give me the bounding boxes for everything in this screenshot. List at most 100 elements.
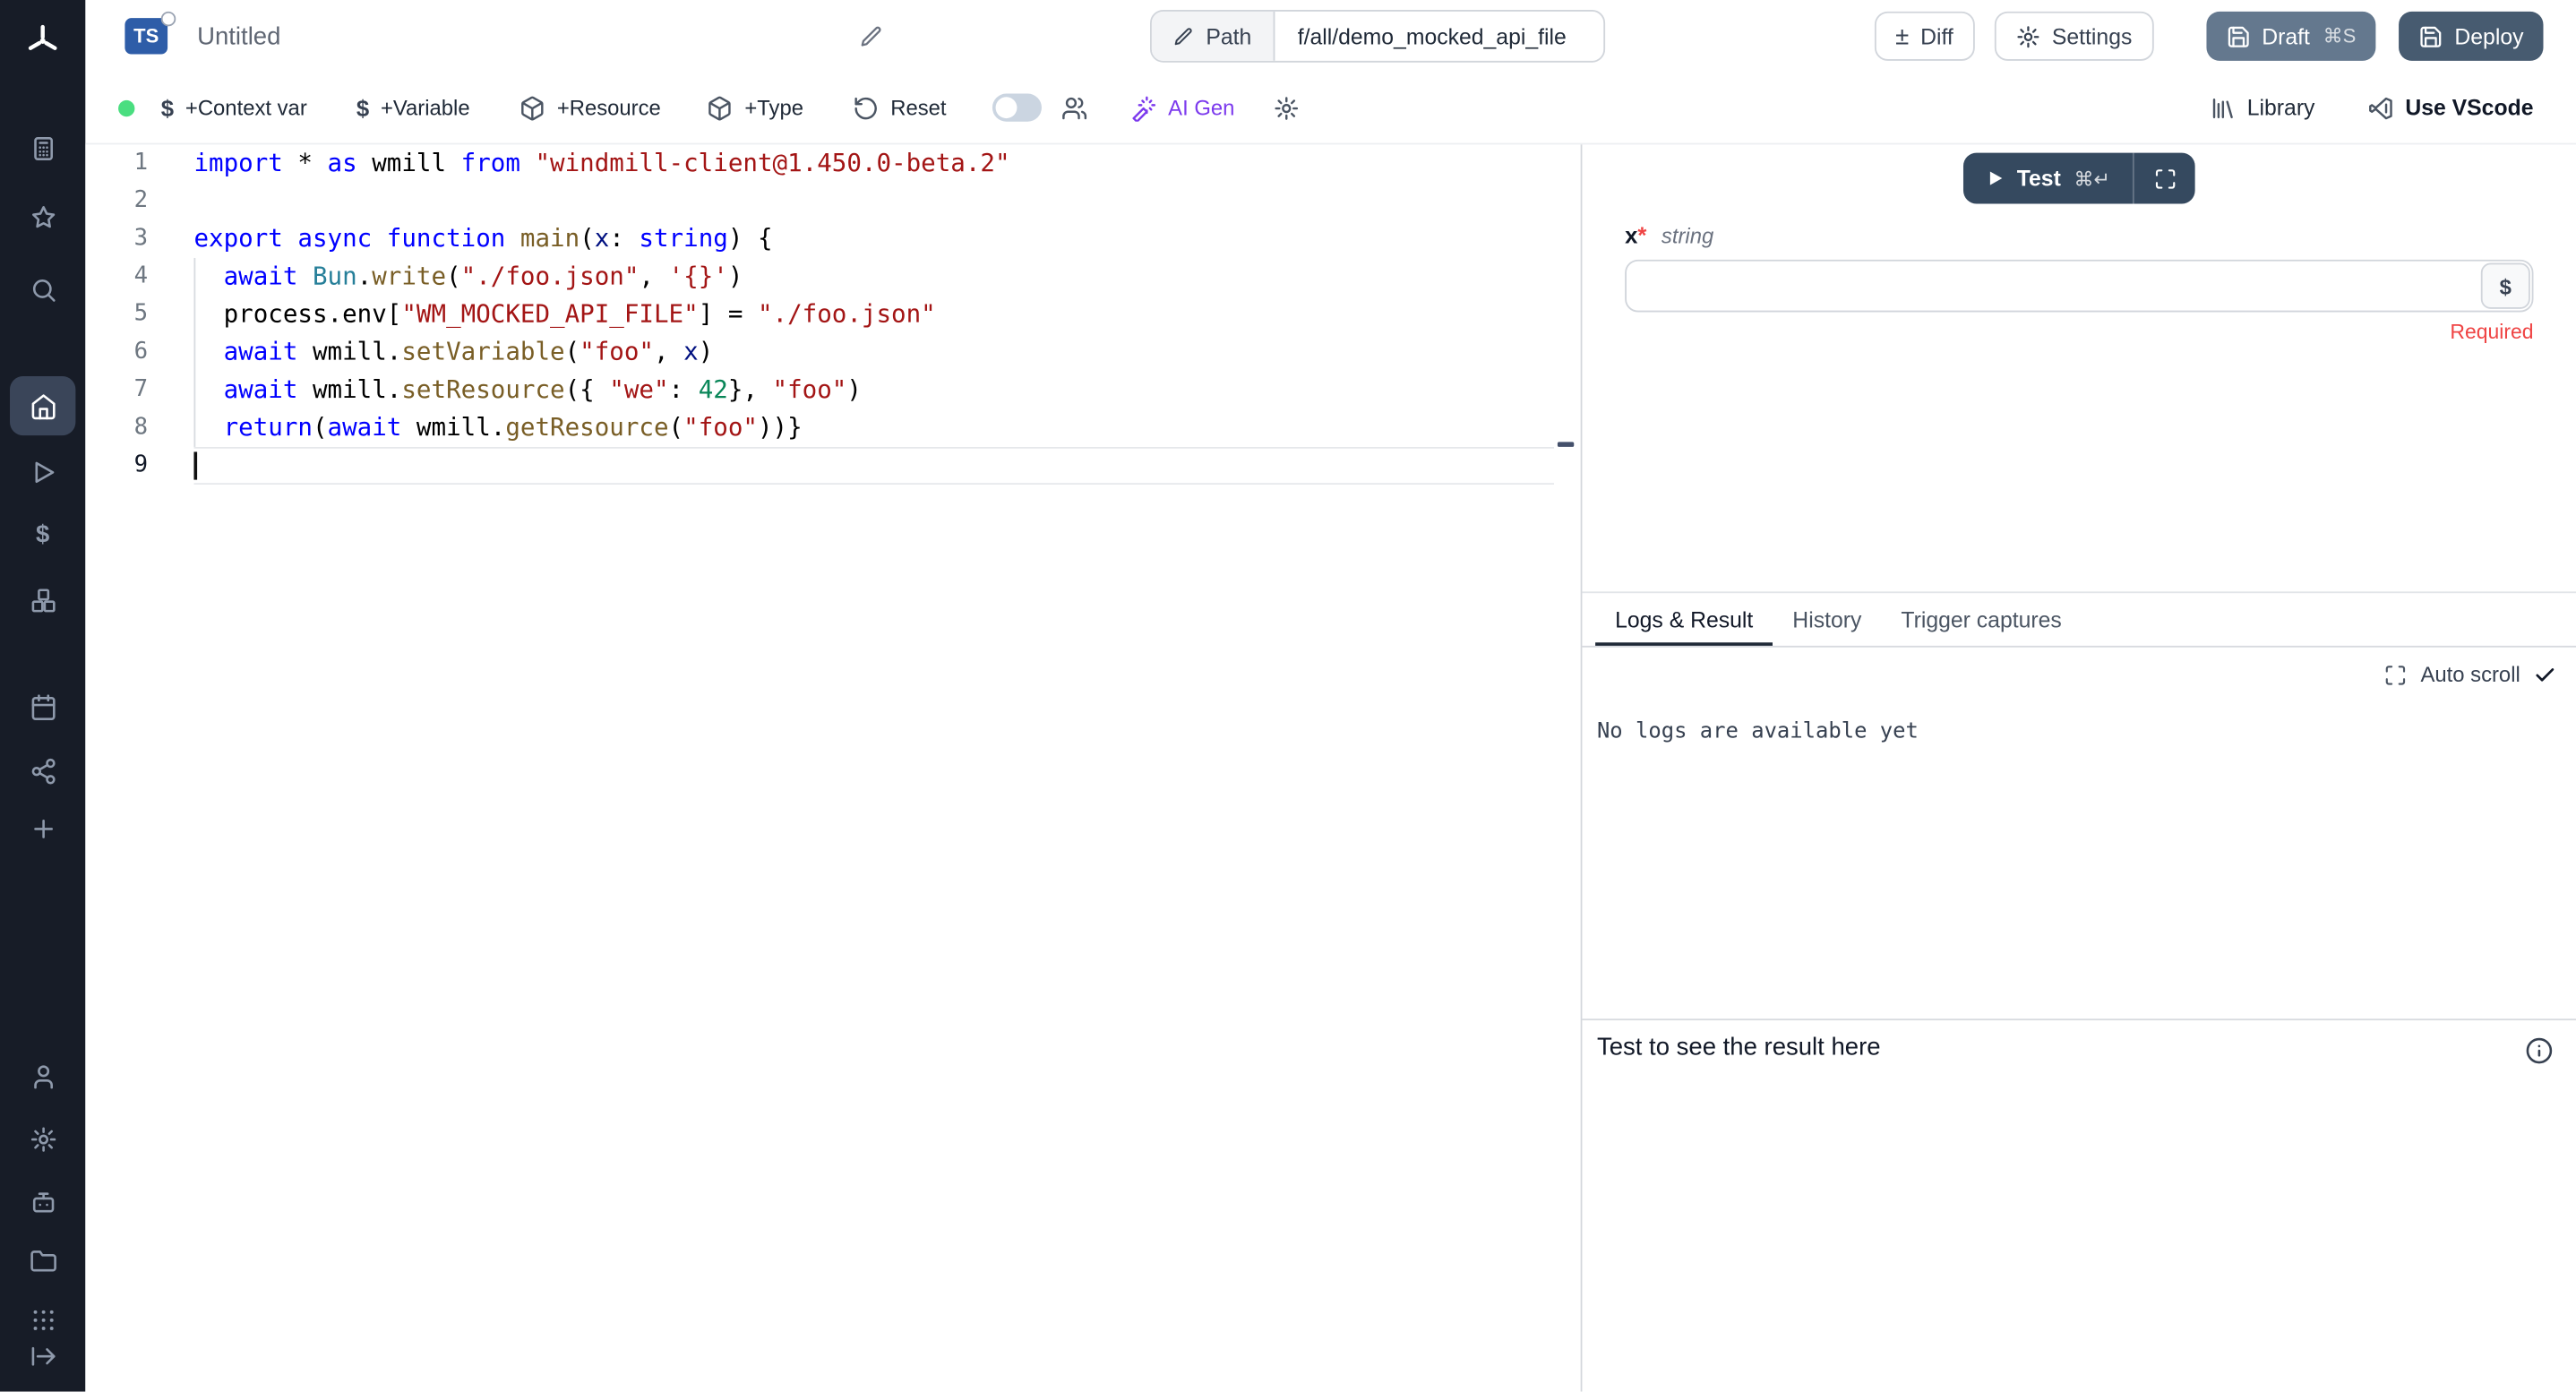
- sidebar-item-create[interactable]: [10, 808, 75, 847]
- library-icon: [2210, 94, 2236, 120]
- code-line[interactable]: 2: [85, 183, 1580, 220]
- sidebar-item-favorites[interactable]: [10, 197, 75, 236]
- code-line[interactable]: 7 await wmill.setResource({ "we": 42}, "…: [85, 372, 1580, 409]
- edit-path-button[interactable]: Path: [1152, 12, 1275, 61]
- arrow-right-icon: [29, 1342, 56, 1370]
- diff-mode-toggle[interactable]: [992, 94, 1042, 122]
- line-number: 5: [85, 296, 148, 333]
- sidebar-item-triggers[interactable]: [10, 751, 75, 790]
- code-line[interactable]: 9: [85, 447, 1580, 485]
- arg-x-input[interactable]: [1625, 260, 2533, 313]
- badge-indicator-icon: [161, 12, 176, 27]
- info-icon[interactable]: [2525, 1036, 2553, 1064]
- required-asterisk: *: [1637, 222, 1646, 248]
- script-title[interactable]: Untitled: [197, 22, 280, 50]
- sidebar-collapse[interactable]: [10, 1339, 75, 1372]
- gear-icon: [1274, 94, 1300, 120]
- insert-variable-button[interactable]: $: [2481, 262, 2530, 308]
- calculator-icon: [29, 133, 56, 161]
- auto-scroll-checkbox[interactable]: [2533, 663, 2556, 686]
- code-line[interactable]: 1 import * as wmill from "windmill-client…: [85, 144, 1580, 182]
- tab-trigger-captures[interactable]: Trigger captures: [1881, 593, 2081, 646]
- user-icon: [29, 1062, 56, 1090]
- draft-button[interactable]: Draft ⌘S: [2206, 12, 2375, 61]
- expand-logs-icon[interactable]: [2384, 663, 2408, 686]
- settings-button[interactable]: Settings: [1995, 12, 2154, 61]
- code-line[interactable]: 4 await Bun.write("./foo.json", '{}'): [85, 258, 1580, 296]
- logs-section: Auto scroll No logs are available yet: [1582, 648, 2576, 1020]
- vscode-icon: [2367, 94, 2393, 120]
- line-content[interactable]: [193, 447, 1554, 485]
- sidebar-item-user[interactable]: [10, 1056, 75, 1096]
- sidebar-item-settings[interactable]: [10, 1119, 75, 1158]
- sidebar-item-home[interactable]: [10, 376, 75, 435]
- test-button-group: Test ⌘↵: [1962, 153, 2195, 204]
- diff-button[interactable]: ± Diff: [1874, 12, 1974, 61]
- library-button[interactable]: Library: [2210, 94, 2315, 120]
- wand-icon: [1130, 94, 1156, 120]
- code-line[interactable]: 6 await wmill.setVariable("foo", x): [85, 333, 1580, 371]
- line-content[interactable]: export async function main(x: string) {: [193, 220, 1554, 258]
- search-icon: [29, 275, 56, 303]
- add-context-var-button[interactable]: $ +Context var: [161, 94, 307, 120]
- code-line[interactable]: 5 process.env["WM_MOCKED_API_FILE"] = ".…: [85, 296, 1580, 333]
- line-content[interactable]: process.env["WM_MOCKED_API_FILE"] = "./f…: [193, 296, 1554, 333]
- line-content[interactable]: import * as wmill from "windmill-client@…: [193, 144, 1554, 182]
- content-split: 1 import * as wmill from "windmill-client…: [85, 144, 2576, 1391]
- sidebar-item-runs[interactable]: [10, 451, 75, 491]
- argument-label: x* string: [1625, 222, 2533, 248]
- sidebar-item-workers[interactable]: [10, 1181, 75, 1221]
- code-line[interactable]: 8 return(await wmill.getResource("foo"))…: [85, 409, 1580, 447]
- sidebar-item-folders[interactable]: [10, 1241, 75, 1280]
- save-icon: [2226, 24, 2251, 49]
- sidebar-item-apps[interactable]: [10, 128, 75, 168]
- dollar-icon: $: [161, 94, 174, 120]
- sidebar-item-schedules[interactable]: [10, 687, 75, 726]
- topbar-actions: ± Diff Settings Draft ⌘S Deploy: [1874, 12, 2543, 61]
- ai-gen-button[interactable]: AI Gen: [1130, 94, 1234, 120]
- test-shortcut: ⌘↵: [2074, 167, 2110, 190]
- code-line[interactable]: 3export async function main(x: string) {: [85, 220, 1580, 258]
- line-number: 7: [85, 372, 148, 409]
- edit-title-icon[interactable]: [859, 24, 884, 49]
- add-resource-button[interactable]: +Resource: [519, 94, 661, 120]
- sidebar-item-groups[interactable]: [10, 1300, 75, 1339]
- line-content[interactable]: await wmill.setVariable("foo", x): [193, 333, 1554, 371]
- tab-history[interactable]: History: [1773, 593, 1881, 646]
- reset-button[interactable]: Reset: [853, 94, 946, 120]
- line-content[interactable]: [193, 183, 1554, 220]
- editor-settings-icon[interactable]: [1274, 94, 1300, 120]
- line-number: 8: [85, 409, 148, 447]
- script-path[interactable]: f/all/demo_mocked_api_file: [1275, 12, 1603, 61]
- plus-icon: [29, 814, 56, 842]
- add-type-button[interactable]: +Type: [707, 94, 803, 120]
- status-dot: [118, 99, 134, 116]
- tab-logs-result[interactable]: Logs & Result: [1595, 593, 1773, 646]
- deploy-button[interactable]: Deploy: [2399, 12, 2543, 61]
- use-vscode-button[interactable]: Use VScode: [2367, 94, 2533, 120]
- test-fullscreen-button[interactable]: [2134, 153, 2196, 204]
- multiplayer-icon[interactable]: [1061, 94, 1087, 120]
- code-editor[interactable]: 1 import * as wmill from "windmill-client…: [85, 144, 1580, 1391]
- arg-type: string: [1662, 223, 1713, 248]
- line-content[interactable]: await Bun.write("./foo.json", '{}'): [193, 258, 1554, 296]
- windmill-logo[interactable]: [21, 20, 64, 63]
- share-nodes-icon: [29, 757, 56, 785]
- logs-toolbar: Auto scroll: [2384, 662, 2556, 687]
- language-badge[interactable]: TS: [125, 18, 167, 54]
- argument-form: x* string $ Required: [1582, 222, 2576, 344]
- sidebar-item-variables[interactable]: $: [10, 514, 75, 554]
- code-lines[interactable]: 1 import * as wmill from "windmill-client…: [85, 144, 1580, 485]
- topbar: TS Untitled Path f/all/demo_mocked_api_f…: [85, 0, 2576, 73]
- line-content[interactable]: await wmill.setResource({ "we": 42}, "fo…: [193, 372, 1554, 409]
- folder-icon: [29, 1246, 56, 1274]
- line-number: 1: [85, 144, 148, 182]
- sidebar-item-resources[interactable]: [10, 580, 75, 620]
- sidebar-item-search[interactable]: [10, 270, 75, 309]
- panel-tabs: Logs & ResultHistoryTrigger captures: [1582, 591, 2576, 647]
- test-button[interactable]: Test ⌘↵: [1962, 153, 2133, 204]
- maximize-icon: [2154, 167, 2177, 190]
- line-content[interactable]: return(await wmill.getResource("foo"))}: [193, 409, 1554, 447]
- add-variable-button[interactable]: $ +Variable: [356, 94, 470, 120]
- scrollbar-cursor-marker[interactable]: [1558, 442, 1574, 447]
